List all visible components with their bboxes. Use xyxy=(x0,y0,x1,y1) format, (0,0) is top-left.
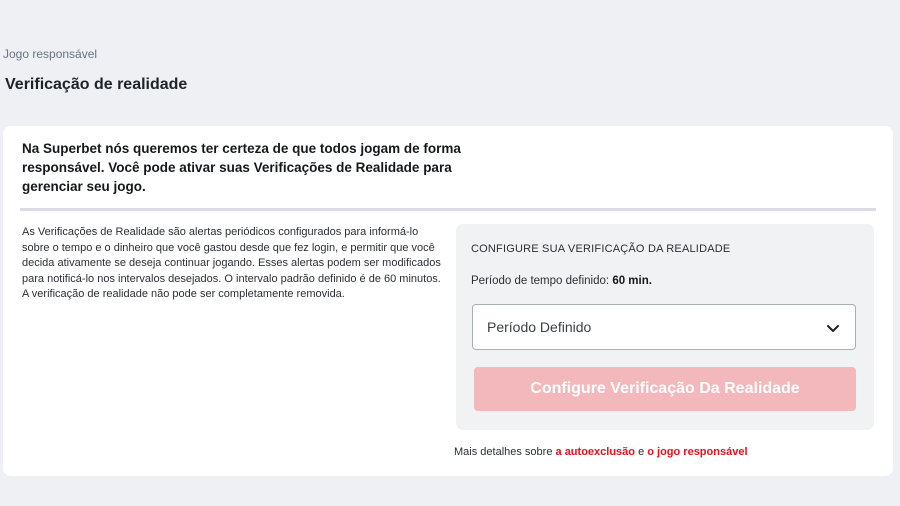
period-select[interactable]: Período Definido xyxy=(472,304,856,350)
period-line: Período de tempo definido: 60 min. xyxy=(471,275,652,287)
more-details: Mais detalhes sobre a autoexclusão e o j… xyxy=(454,446,748,458)
self-exclusion-link[interactable]: a autoexclusão xyxy=(556,446,635,458)
description-text: As Verificações de Realidade são alertas… xyxy=(22,226,441,300)
breadcrumb: Jogo responsável xyxy=(3,47,98,61)
more-details-connector: e xyxy=(638,446,645,458)
reality-check-card: Na Superbet nós queremos ter certeza de … xyxy=(3,126,893,476)
config-panel: CONFIGURE SUA VERIFICAÇÃO DA REALIDADE P… xyxy=(456,224,874,430)
intro-text: Na Superbet nós queremos ter certeza de … xyxy=(22,141,461,194)
more-details-prefix: Mais detalhes sobre xyxy=(454,446,553,458)
chevron-down-icon xyxy=(825,320,841,336)
responsible-gaming-link[interactable]: o jogo responsável xyxy=(647,446,747,458)
page-title: Verificação de realidade xyxy=(5,76,188,93)
period-select-value: Período Definido xyxy=(487,319,592,335)
config-title: CONFIGURE SUA VERIFICAÇÃO DA REALIDADE xyxy=(471,243,731,255)
configure-reality-check-button[interactable]: Configure Verificação Da Realidade xyxy=(474,367,856,411)
period-label: Período de tempo definido: xyxy=(471,275,610,287)
divider xyxy=(20,208,876,211)
period-value: 60 min. xyxy=(612,275,652,287)
